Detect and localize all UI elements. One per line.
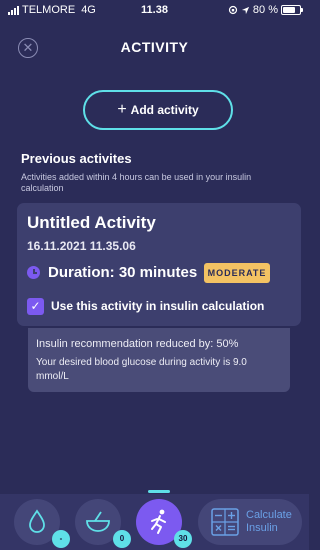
blood-glucose-count: - <box>52 530 70 548</box>
clock-icon <box>27 266 40 279</box>
add-activity-label: Add activity <box>130 103 199 117</box>
status-right: 80 % <box>228 4 303 16</box>
calculate-insulin-button[interactable]: Calculate Insulin <box>198 499 302 545</box>
use-in-calculation-label[interactable]: Use this activity in insulin calculation <box>51 299 264 313</box>
insulin-info-box: Insulin recommendation reduced by: 50% Y… <box>28 328 290 392</box>
activity-card[interactable]: Untitled Activity 16.11.2021 11.35.06 Du… <box>17 203 301 326</box>
battery-percent: 80 % <box>252 4 278 16</box>
calculator-icon <box>211 508 239 536</box>
intensity-badge: MODERATE <box>204 263 270 283</box>
check-icon: ✓ <box>30 299 41 313</box>
page-title: ACTIVITY <box>120 39 189 55</box>
add-activity-button[interactable]: + Add activity <box>83 90 233 130</box>
desired-glucose-text: Your desired blood glucose during activi… <box>36 357 247 382</box>
lock-rotation-icon <box>228 5 238 15</box>
activity-duration: Duration: 30 minutes <box>48 264 198 281</box>
status-bar: TELMORE 4G 11.38 80 % <box>0 0 309 20</box>
previous-activities-title: Previous activites <box>21 151 132 166</box>
activity-count: 30 <box>174 530 192 548</box>
battery-icon <box>281 5 303 15</box>
calculate-insulin-label: Calculate Insulin <box>246 509 292 534</box>
carbs-count: 0 <box>113 530 131 548</box>
location-icon <box>241 6 250 14</box>
activity-name: Untitled Activity <box>27 213 156 232</box>
previous-activities-description: Activities added within 4 hours can be u… <box>21 172 252 193</box>
active-tab-indicator <box>148 490 170 493</box>
insulin-reduction-text: Insulin recommendation reduced by: 50% <box>36 338 239 350</box>
plus-icon: + <box>117 101 127 118</box>
use-in-calculation-checkbox[interactable]: ✓ <box>27 298 44 315</box>
activity-datetime: 16.11.2021 11.35.06 <box>27 239 136 253</box>
